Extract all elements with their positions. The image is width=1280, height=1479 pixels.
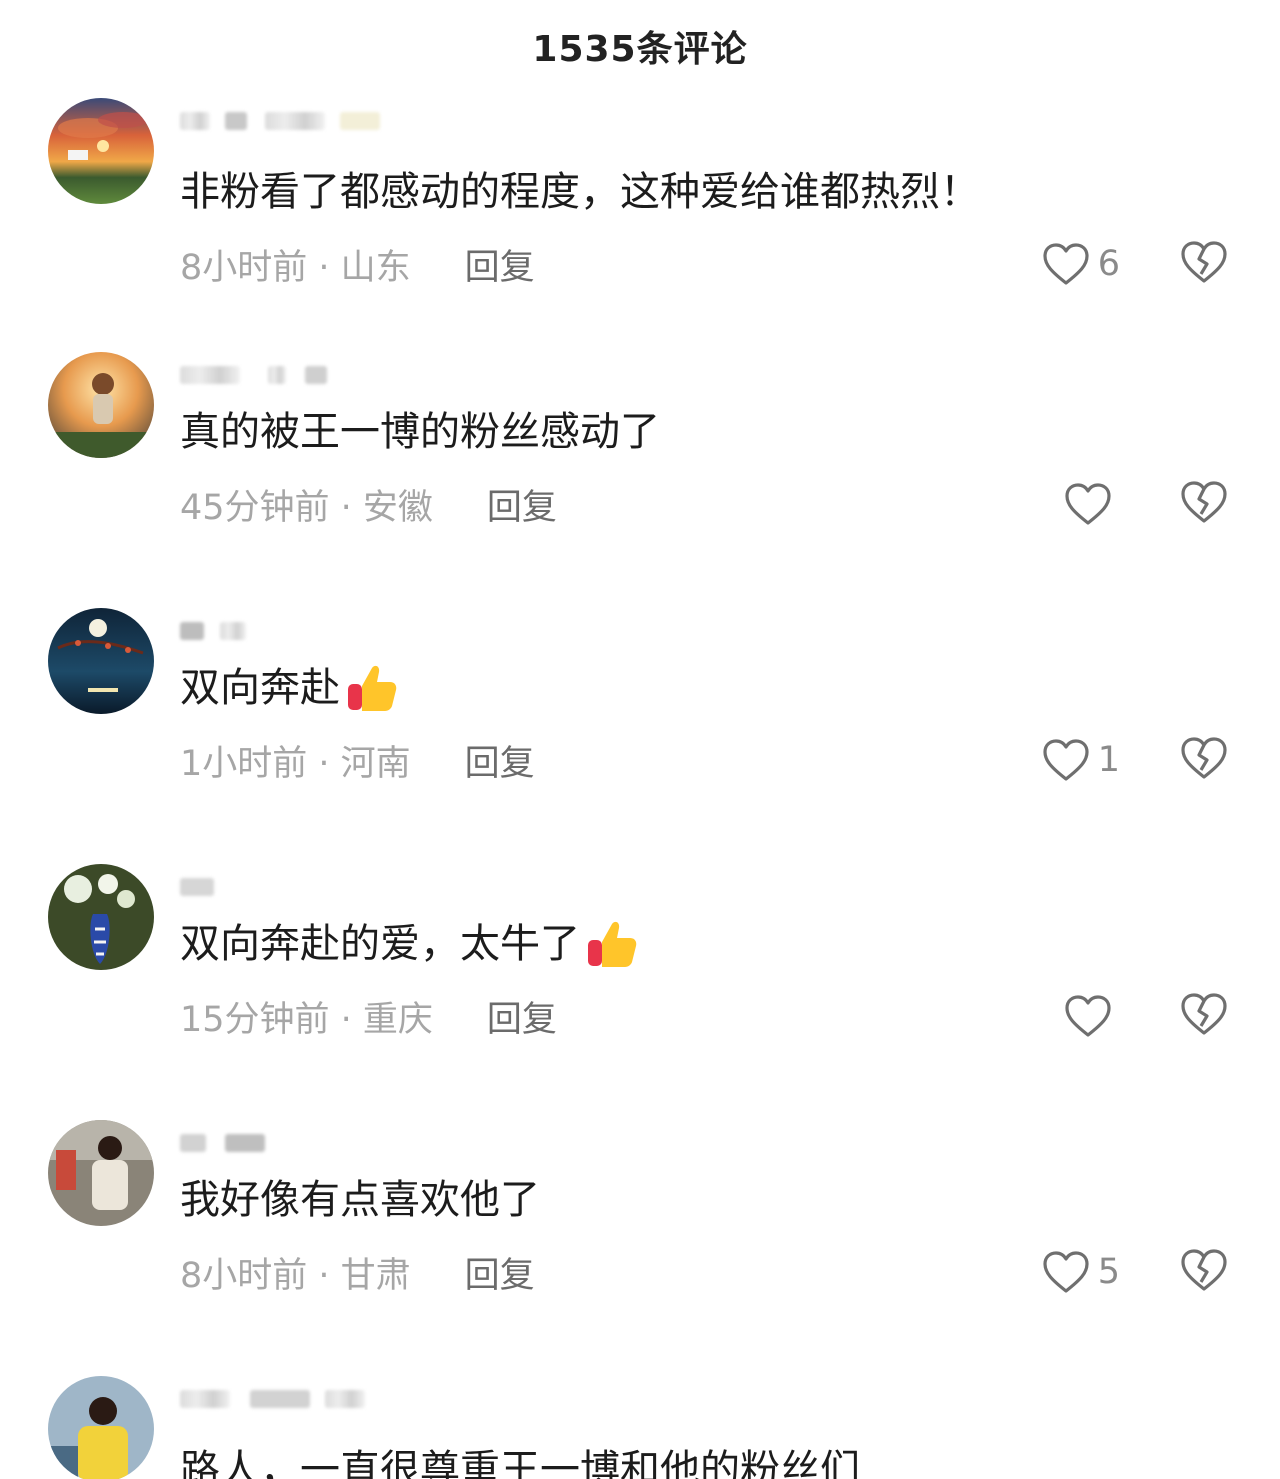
time-location: 8小时前 · 山东: [180, 247, 411, 288]
avatar[interactable]: [48, 864, 154, 970]
username-masked[interactable]: [180, 1126, 400, 1156]
time-location: 15分钟前 · 重庆: [180, 999, 433, 1040]
avatar[interactable]: [48, 352, 154, 458]
comment-item: 真的被王一博的粉丝感动了 45分钟前 · 安徽 回复: [0, 352, 1280, 608]
comment-meta: 15分钟前 · 重庆 回复: [180, 994, 557, 1040]
comment-item: 非粉看了都感动的程度，这种爱给谁都热烈！ 8小时前 · 山东 回复 6: [0, 98, 1280, 368]
heart-outline-icon: [1043, 243, 1089, 285]
like-button[interactable]: [1030, 992, 1120, 1040]
username-masked[interactable]: [180, 614, 400, 644]
broken-heart-icon: [1181, 737, 1227, 779]
comment-meta: 8小时前 · 甘肃 回复: [180, 1250, 535, 1296]
dislike-button[interactable]: [1180, 480, 1230, 528]
heart-outline-icon: [1065, 995, 1111, 1037]
comment-text: 双向奔赴: [180, 660, 400, 716]
comment-text-content: 路人，一直很尊重王一博和他的粉丝们: [180, 1447, 860, 1479]
broken-heart-icon: [1181, 993, 1227, 1035]
username-masked[interactable]: [180, 870, 400, 900]
reply-button[interactable]: 回复: [465, 735, 535, 786]
like-button[interactable]: 5: [1030, 1248, 1120, 1296]
comment-text-content: 双向奔赴: [180, 665, 340, 711]
comment-item: 双向奔赴 1小时前 · 河南 回复 1: [0, 608, 1280, 864]
time-location: 8小时前 · 甘肃: [180, 1255, 411, 1296]
comment-text: 路人，一直很尊重王一博和他的粉丝们: [180, 1442, 860, 1479]
like-count: 1: [1097, 740, 1120, 780]
heart-outline-icon: [1043, 1251, 1089, 1293]
dislike-button[interactable]: [1180, 736, 1230, 784]
avatar[interactable]: [48, 608, 154, 714]
dislike-button[interactable]: [1180, 992, 1230, 1040]
username-masked[interactable]: [180, 358, 400, 388]
time-location: 1小时前 · 河南: [180, 743, 411, 784]
username-masked[interactable]: [180, 1382, 400, 1412]
comment-meta: 8小时前 · 山东 回复: [180, 242, 535, 288]
thumbs-up-emoji: [348, 665, 397, 711]
heart-outline-icon: [1065, 483, 1111, 525]
like-button[interactable]: 6: [1030, 240, 1120, 288]
comment-text: 双向奔赴的爱，太牛了: [180, 916, 640, 972]
reply-button[interactable]: 回复: [465, 1247, 535, 1298]
comment-list: 非粉看了都感动的程度，这种爱给谁都热烈！ 8小时前 · 山东 回复 6 真的被王…: [0, 0, 1280, 1479]
avatar[interactable]: [48, 1376, 154, 1479]
comment-meta: 1小时前 · 河南 回复: [180, 738, 535, 784]
dislike-button[interactable]: [1180, 1248, 1230, 1296]
like-button[interactable]: [1030, 480, 1120, 528]
comment-text-content: 双向奔赴的爱，太牛了: [180, 921, 580, 967]
avatar[interactable]: [48, 1120, 154, 1226]
username-masked[interactable]: [180, 104, 400, 134]
comment-text: 真的被王一博的粉丝感动了: [180, 404, 660, 460]
reply-button[interactable]: 回复: [487, 479, 557, 530]
comment-item: 我好像有点喜欢他了 8小时前 · 甘肃 回复 5: [0, 1120, 1280, 1376]
comment-item: 双向奔赴的爱，太牛了 15分钟前 · 重庆 回复: [0, 864, 1280, 1120]
thumbs-up-emoji: [588, 921, 637, 967]
comment-text-content: 我好像有点喜欢他了: [180, 1177, 540, 1223]
comment-text-content: 非粉看了都感动的程度，这种爱给谁都热烈！: [180, 169, 980, 215]
reply-button[interactable]: 回复: [465, 239, 535, 290]
reply-button[interactable]: 回复: [487, 991, 557, 1042]
comment-text: 非粉看了都感动的程度，这种爱给谁都热烈！: [180, 164, 980, 220]
comment-text: 我好像有点喜欢他了: [180, 1172, 540, 1228]
dislike-button[interactable]: [1180, 240, 1230, 288]
comment-meta: 45分钟前 · 安徽 回复: [180, 482, 557, 528]
heart-outline-icon: [1043, 739, 1089, 781]
time-location: 45分钟前 · 安徽: [180, 487, 433, 528]
comment-item: 路人，一直很尊重王一博和他的粉丝们: [0, 1376, 1280, 1479]
like-button[interactable]: 1: [1030, 736, 1120, 784]
comment-text-content: 真的被王一博的粉丝感动了: [180, 409, 660, 455]
broken-heart-icon: [1181, 241, 1227, 283]
like-count: 6: [1097, 244, 1120, 284]
avatar[interactable]: [48, 98, 154, 204]
broken-heart-icon: [1181, 1249, 1227, 1291]
broken-heart-icon: [1181, 481, 1227, 523]
like-count: 5: [1097, 1252, 1120, 1292]
